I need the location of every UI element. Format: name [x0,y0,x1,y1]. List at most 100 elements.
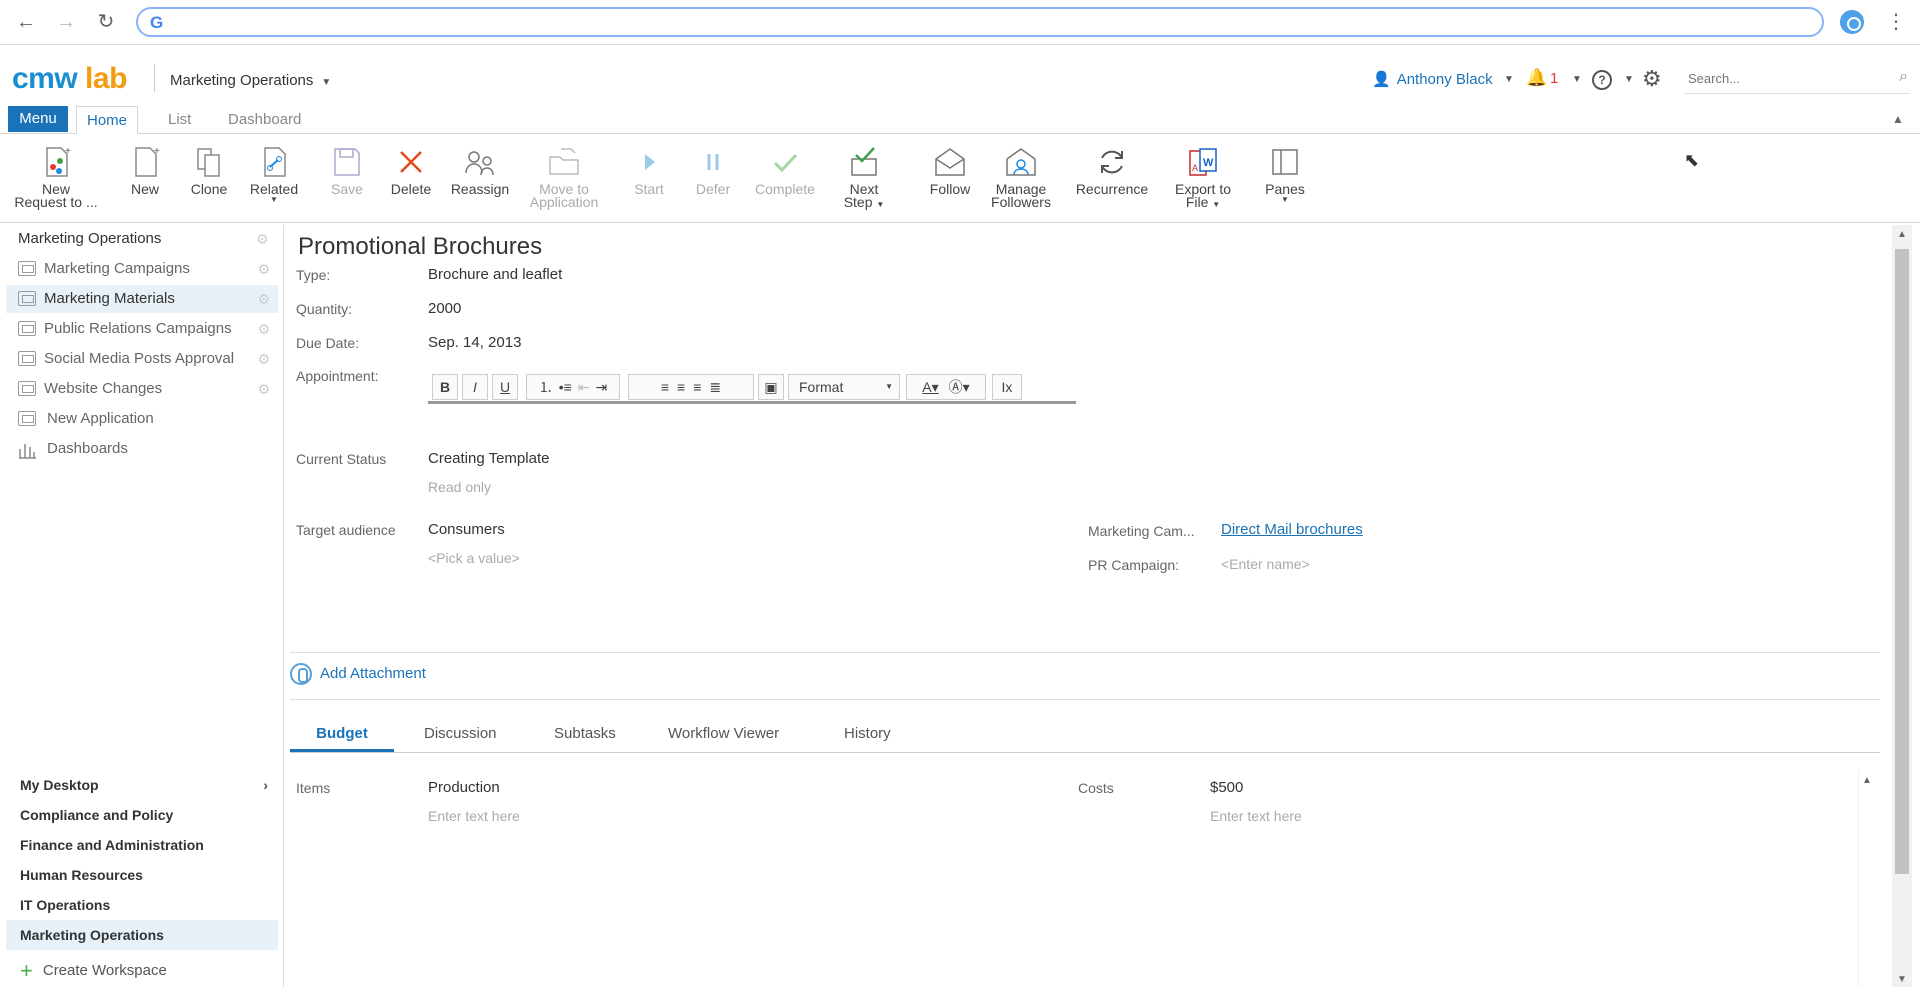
tab-dashboard[interactable]: Dashboard [218,106,311,134]
scroll-down-icon[interactable]: ▼ [1897,974,1907,985]
start-button[interactable]: Start [624,145,674,196]
delete-button[interactable]: Delete [386,145,436,196]
sidebar-item-public-relations-campaigns[interactable]: Public Relations Campaigns ⚙ [6,315,278,343]
recurrence-button[interactable]: Recurrence [1070,145,1154,196]
due-date-value[interactable]: Sep. 14, 2013 [428,334,521,351]
manage-followers-button[interactable]: Manage Followers [986,145,1056,209]
chevron-down-icon[interactable]: ▼ [1504,74,1514,85]
tab-budget[interactable]: Budget [290,720,394,752]
workspace-my-desktop[interactable]: My Desktop › [6,770,278,800]
sidebar-item-marketing-materials[interactable]: Marketing Materials ⚙ [6,285,278,313]
browser-menu-icon[interactable]: ⋮ [1886,9,1906,34]
extension-icon[interactable] [1840,10,1864,34]
gear-icon[interactable]: ⚙ [257,375,270,403]
gear-icon[interactable]: ⚙ [256,231,269,248]
marketing-campaign-link[interactable]: Direct Mail brochures [1221,521,1363,538]
user-menu[interactable]: 👤 Anthony Black [1372,70,1493,88]
defer-button[interactable]: Defer [688,145,738,196]
tab-subtasks[interactable]: Subtasks [534,720,636,752]
indent-icon[interactable]: ⇥ [596,379,608,395]
underline-button[interactable]: U [492,374,518,400]
quantity-value[interactable]: 2000 [428,300,461,317]
workspace-selector[interactable]: Marketing Operations ▼ [170,72,331,89]
clear-format-icon[interactable]: Ix [992,374,1022,400]
search-input[interactable] [1684,64,1874,92]
address-bar[interactable]: G [136,7,1824,37]
workspace-finance-and-administration[interactable]: Finance and Administration [6,830,278,860]
sidebar-item-social-media-posts-approval[interactable]: Social Media Posts Approval ⚙ [6,345,278,373]
text-color-icon[interactable]: A▾ [922,379,938,395]
target-audience-value[interactable]: Consumers [428,521,505,538]
reassign-button[interactable]: Reassign [448,145,512,196]
export-to-file-button[interactable]: WA Export to File ▼ [1166,145,1240,211]
sidebar-item-new-application[interactable]: New Application [6,405,278,433]
gear-icon[interactable]: ⚙ [257,315,270,343]
items-value[interactable]: Production [428,779,500,796]
pr-campaign-input[interactable]: <Enter name> [1221,556,1310,572]
numbered-list-icon[interactable]: ⒈ [539,379,553,395]
format-dropdown[interactable]: Format ▼ [788,374,900,400]
budget-scrollbar[interactable] [1858,770,1876,987]
menu-button[interactable]: Menu [8,106,68,132]
panes-button[interactable]: Panes ▼ [1260,145,1310,204]
sidebar-item-marketing-campaigns[interactable]: Marketing Campaigns ⚙ [6,255,278,283]
italic-button[interactable]: I [462,374,488,400]
page-scrollbar[interactable]: ▲ ▼ [1892,225,1912,987]
bold-button[interactable]: B [432,374,458,400]
new-request-button[interactable]: + New Request to ... [6,145,106,209]
outdent-icon[interactable]: ⇤ [578,379,590,395]
save-button[interactable]: Save [322,145,372,196]
align-right-icon[interactable]: ≡ [693,379,701,395]
sidebar-header[interactable]: Marketing Operations [18,230,161,247]
pick-value-hint[interactable]: <Pick a value> [428,550,520,566]
scroll-up-icon[interactable]: ▲ [1897,229,1907,240]
align-justify-icon[interactable]: ≣ [709,379,721,395]
gear-icon[interactable]: ⚙ [257,255,270,283]
items-input[interactable]: Enter text here [428,808,520,824]
cmw-lab-logo[interactable]: cmw lab [12,62,127,96]
workspace-human-resources[interactable]: Human Resources [6,860,278,890]
tab-discussion[interactable]: Discussion [404,720,517,752]
sidebar-item-dashboards[interactable]: Dashboards [6,435,278,463]
align-left-icon[interactable]: ≡ [661,379,669,395]
tab-home[interactable]: Home [76,106,139,134]
scrollbar-thumb[interactable] [1895,249,1909,874]
gear-icon[interactable]: ⚙ [1642,66,1662,92]
move-to-application-button[interactable]: Move to Application [522,145,606,209]
gear-icon[interactable]: ⚙ [257,285,270,313]
related-button[interactable]: Related ▼ [246,145,302,204]
clone-button[interactable]: Clone [184,145,234,196]
scroll-up-icon[interactable]: ▲ [1862,775,1872,786]
sidebar-item-website-changes[interactable]: Website Changes ⚙ [6,375,278,403]
bulleted-list-icon[interactable]: •≡ [559,379,572,395]
type-value[interactable]: Brochure and leaflet [428,266,562,283]
chevron-down-icon[interactable]: ▼ [1572,74,1582,85]
back-icon[interactable]: ← [14,10,38,34]
gear-icon[interactable]: ⚙ [257,345,270,373]
notification-count[interactable]: 1 [1550,70,1558,87]
workspace-it-operations[interactable]: IT Operations [6,890,278,920]
align-center-icon[interactable]: ≡ [677,379,685,395]
next-step-button[interactable]: Next Step ▼ [838,145,890,211]
add-attachment-button[interactable]: Add Attachment [290,663,426,685]
bell-icon[interactable]: 🔔 [1526,68,1547,88]
tab-history[interactable]: History [824,720,911,752]
create-workspace-button[interactable]: + Create Workspace [20,958,167,984]
follow-button[interactable]: Follow [924,145,976,196]
costs-value[interactable]: $500 [1210,779,1243,796]
background-color-icon[interactable]: Ⓐ▾ [949,379,970,395]
image-icon[interactable]: ▣ [758,374,784,400]
tab-list[interactable]: List [158,106,201,134]
help-icon[interactable]: ? [1592,70,1612,90]
search-icon[interactable]: ⌕ [1899,68,1908,86]
workspace-compliance-and-policy[interactable]: Compliance and Policy [6,800,278,830]
tab-workflow-viewer[interactable]: Workflow Viewer [648,720,799,752]
new-button[interactable]: + New [120,145,170,196]
forward-icon[interactable]: → [54,10,78,34]
workspace-marketing-operations[interactable]: Marketing Operations [6,920,278,950]
complete-button[interactable]: Complete [750,145,820,196]
collapse-ribbon-icon[interactable]: ▲ [1892,112,1904,126]
costs-input[interactable]: Enter text here [1210,808,1302,824]
chevron-down-icon[interactable]: ▼ [1624,74,1634,85]
reload-icon[interactable]: ↻ [94,10,118,34]
